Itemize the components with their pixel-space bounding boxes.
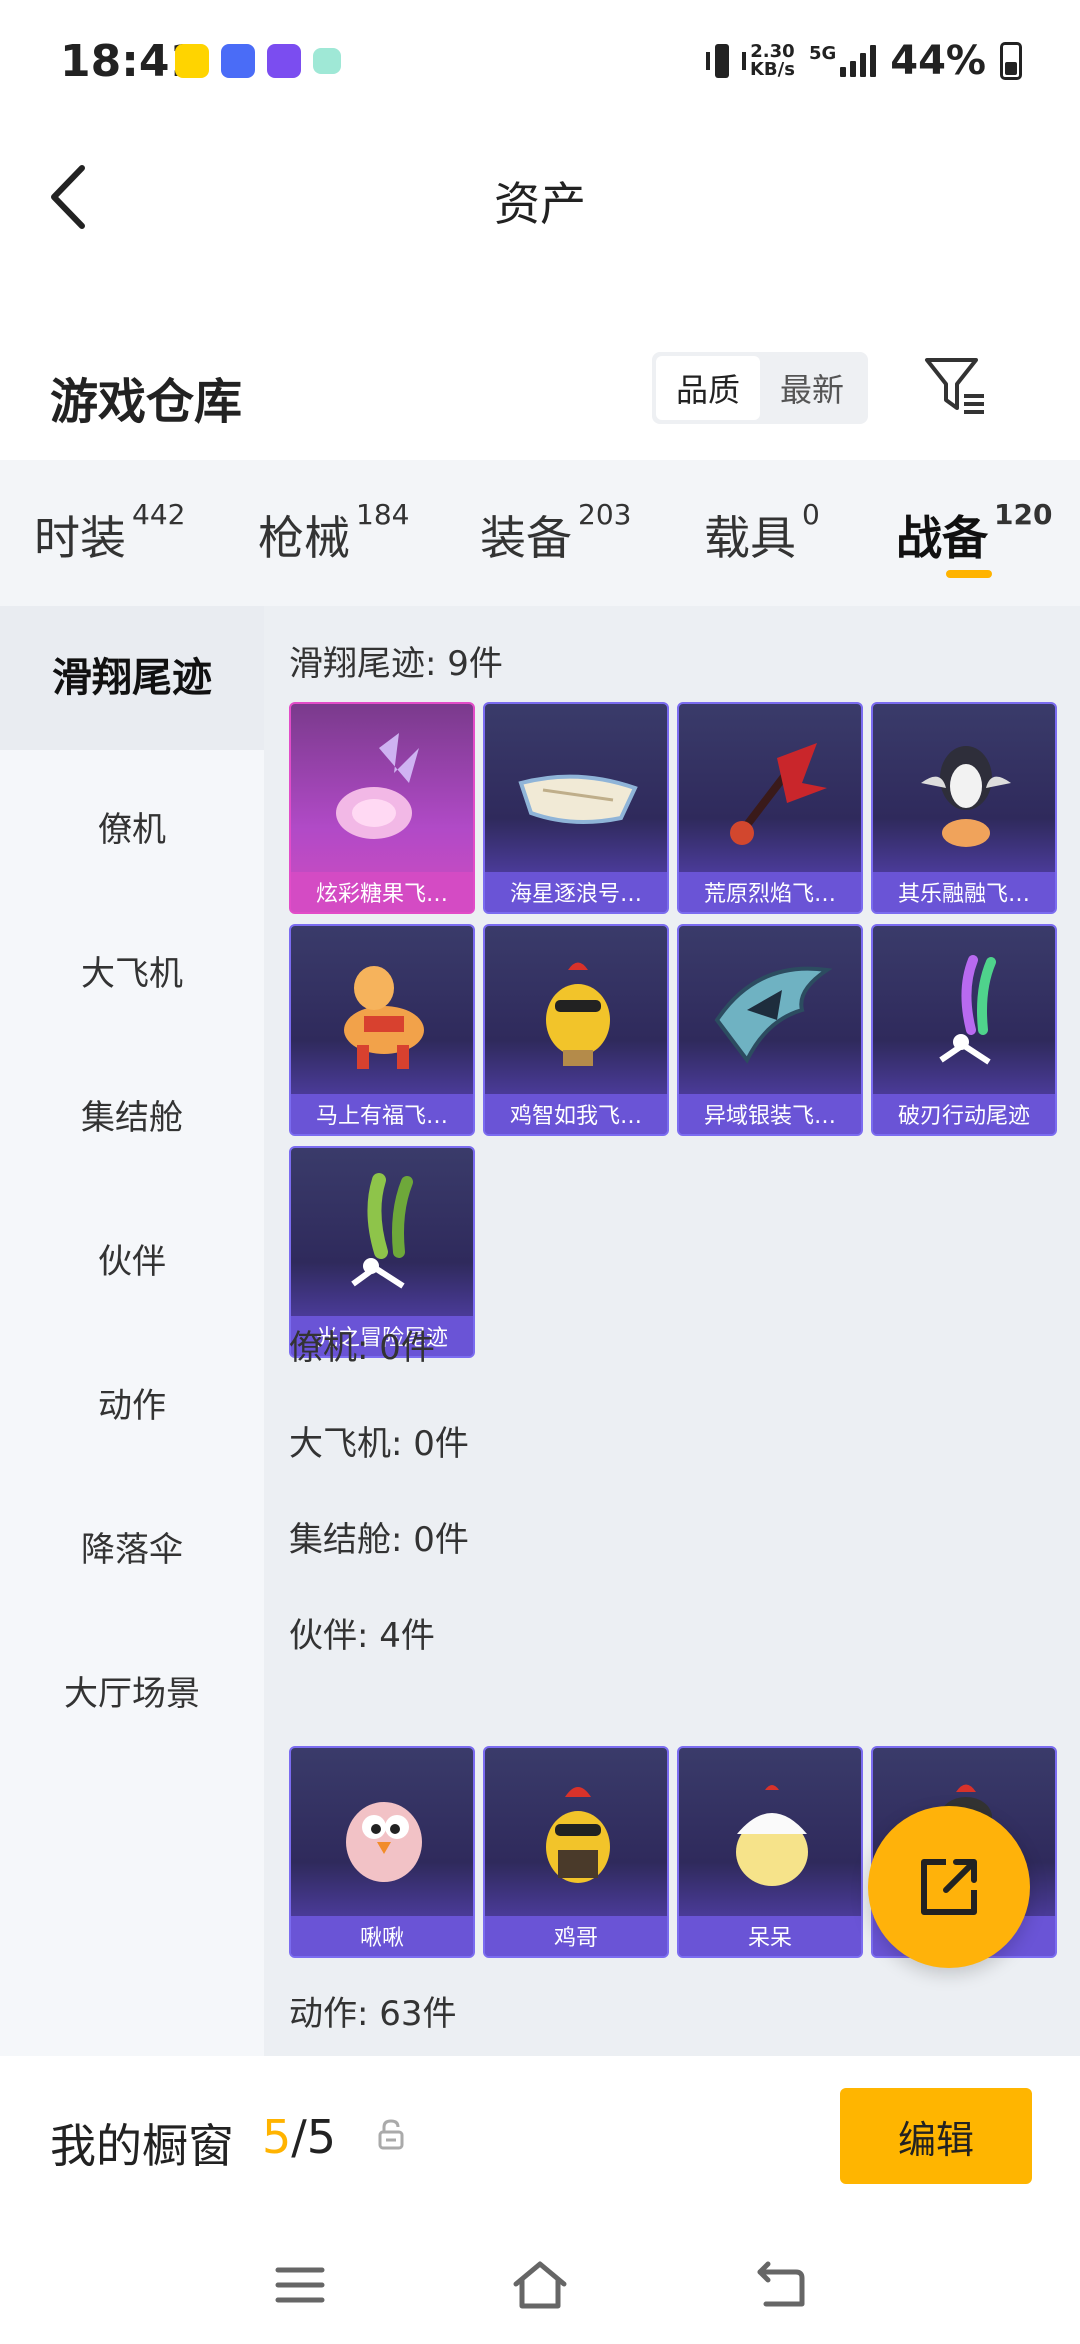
lock-icon (378, 2119, 404, 2150)
item-name: 马上有福飞… (291, 1094, 473, 1134)
item-card[interactable]: 呆呆 (677, 1746, 863, 1958)
tab-vehicles[interactable]: 载具 0 (704, 498, 820, 568)
penguin-glider-image (921, 746, 1011, 847)
sort-toggle[interactable]: 品质 最新 (652, 352, 868, 424)
filter-icon[interactable] (924, 356, 988, 416)
item-card[interactable]: 破刃行动尾迹 (871, 924, 1057, 1136)
item-name: 其乐融融飞… (873, 872, 1055, 912)
showcase-count: 5/5 (262, 2110, 337, 2164)
vibrate-icon (705, 42, 746, 80)
tab-guns[interactable]: 枪械 184 (258, 498, 409, 568)
page-title: 资产 (494, 177, 586, 231)
battery-icon (1000, 42, 1022, 80)
message-notification-icon (313, 48, 341, 74)
silver-glider-image (714, 966, 833, 1064)
tab-fashion[interactable]: 时装 442 (34, 498, 185, 568)
section-label-glide: 滑翔尾迹: 9件 (289, 644, 503, 684)
edit-button[interactable]: 编辑 (840, 2088, 1032, 2184)
sidebar: 滑翔尾迹 僚机 大飞机 集结舱 伙伴 动作 降落伞 大厅场景 (0, 606, 264, 2056)
item-name: 呆呆 (679, 1916, 861, 1956)
horse-glider-image (344, 966, 424, 1069)
item-card[interactable]: 其乐融融飞… (871, 702, 1057, 914)
item-name: 啾啾 (291, 1916, 473, 1956)
notification-icons (175, 44, 341, 78)
egg-chick-image (736, 1785, 808, 1886)
share-button[interactable] (868, 1806, 1030, 1968)
section-label-partner: 伙伴: 4件 (289, 1616, 435, 1656)
sidebar-item-emote[interactable]: 动作 (0, 1378, 264, 1427)
tab-readiness[interactable]: 战备 120 (896, 498, 1052, 568)
flame-glider-image (730, 743, 827, 845)
tab-equipment[interactable]: 装备 203 (480, 498, 631, 568)
item-name: 海星逐浪号… (485, 872, 667, 912)
vivo-notification-icon (221, 44, 255, 78)
chicken-partner-image (546, 1787, 610, 1883)
app-notification-icon (267, 44, 301, 78)
sidebar-item-big-plane[interactable]: 大飞机 (0, 946, 264, 995)
sort-quality-option[interactable]: 品质 (656, 356, 760, 420)
back-nav-icon[interactable] (752, 2260, 808, 2310)
chicken-glider-image (546, 962, 610, 1066)
item-card[interactable]: 炫彩糖果飞… (289, 702, 475, 914)
item-name: 异域银装飞… (679, 1094, 861, 1134)
candy-glider-image (336, 733, 419, 839)
pink-bird-image (346, 1802, 422, 1882)
showcase-bar: 我的橱窗 5/5 编辑 (0, 2056, 1080, 2224)
sidebar-item-partner[interactable]: 伙伴 (0, 1234, 264, 1283)
menu-icon[interactable] (272, 2260, 328, 2310)
status-bar: 18:41 2.30 KB/s 5G 44% (0, 0, 1080, 120)
category-tabs: 时装 442 枪械 184 装备 203 载具 0 战备 120 (0, 460, 1080, 606)
sidebar-item-glide-trail[interactable]: 滑翔尾迹 (0, 606, 264, 750)
app-notification-icon (175, 44, 209, 78)
sidebar-item-lobby-scene[interactable]: 大厅场景 (0, 1666, 264, 1715)
trail-smoke-image (939, 955, 996, 1065)
system-nav-bar (0, 2224, 1080, 2344)
boat-glider-image (518, 774, 638, 824)
warehouse-title: 游戏仓库 (50, 374, 243, 430)
battery-percent: 44% (890, 38, 986, 84)
item-card[interactable]: 荒原烈焰飞… (677, 702, 863, 914)
active-tab-indicator (946, 570, 992, 578)
section-label-wingman: 僚机: 0件 (289, 1328, 435, 1368)
item-name: 破刃行动尾迹 (873, 1094, 1055, 1134)
item-name: 荒原烈焰飞… (679, 872, 861, 912)
home-icon[interactable] (512, 2260, 568, 2310)
signal-icon (840, 45, 877, 77)
section-label-emote: 动作: 63件 (289, 1994, 457, 2034)
sort-latest-option[interactable]: 最新 (760, 356, 864, 420)
item-card[interactable]: 马上有福飞… (289, 924, 475, 1136)
showcase-title: 我的橱窗 (50, 2119, 234, 2173)
sidebar-item-wingman[interactable]: 僚机 (0, 802, 264, 851)
item-name: 鸡哥 (485, 1916, 667, 1956)
item-card[interactable]: 啾啾 (289, 1746, 475, 1958)
item-card[interactable]: 海星逐浪号… (483, 702, 669, 914)
section-label-pod: 集结舱: 0件 (289, 1520, 469, 1560)
item-card[interactable]: 鸡哥 (483, 1746, 669, 1958)
section-label-big-plane: 大飞机: 0件 (289, 1424, 469, 1464)
sidebar-item-parachute[interactable]: 降落伞 (0, 1522, 264, 1571)
sidebar-item-pod[interactable]: 集结舱 (0, 1090, 264, 1139)
item-card[interactable]: 鸡智如我飞… (483, 924, 669, 1136)
item-name: 鸡智如我飞… (485, 1094, 667, 1134)
item-name: 炫彩糖果飞… (291, 872, 473, 912)
network-speed: 2.30 KB/s (749, 41, 795, 80)
share-icon (921, 1859, 977, 1915)
trail-smoke-image (351, 1173, 413, 1289)
network-type: 5G (808, 43, 837, 64)
item-card[interactable]: 异域银装飞… (677, 924, 863, 1136)
